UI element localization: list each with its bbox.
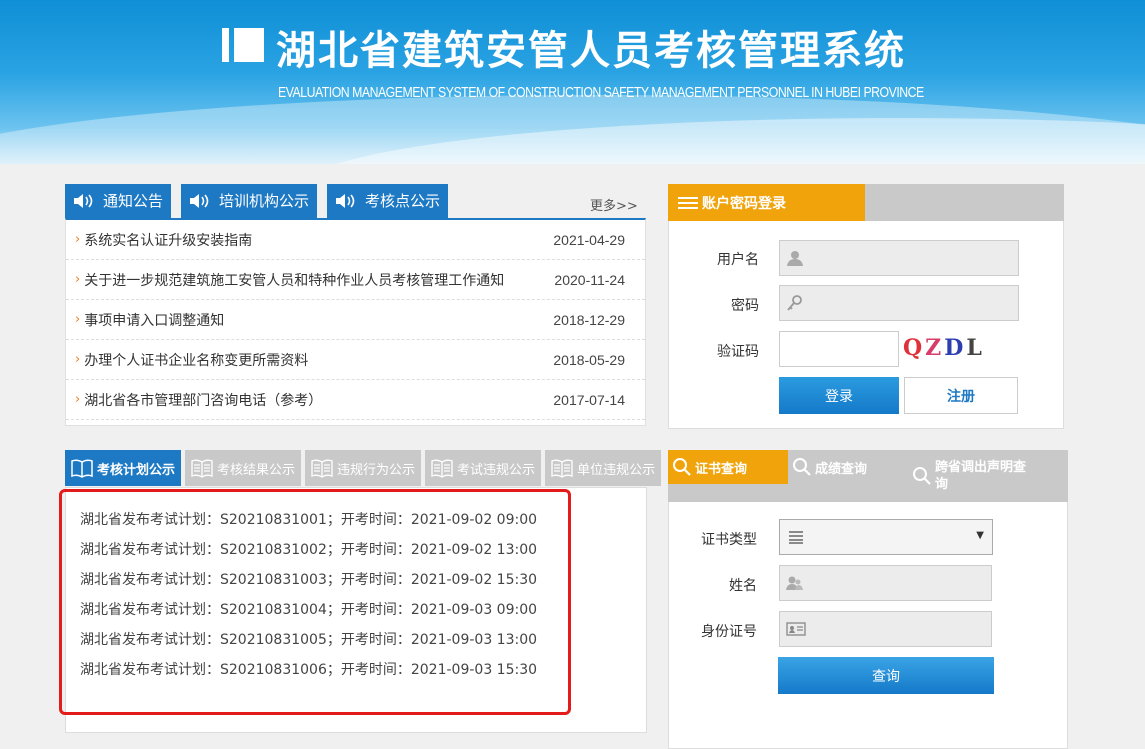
speaker-icon (190, 194, 209, 208)
tab-exam-site[interactable]: 考核点公示 (327, 184, 449, 218)
notice-title[interactable]: 系统实名认证升级安装指南 (84, 230, 252, 250)
search-icon (673, 458, 691, 476)
tab-label: 考核计划公示 (97, 462, 176, 478)
captcha-char: Z (925, 335, 945, 361)
cert-type-label: 证书类型 (701, 532, 757, 548)
tab-violation[interactable]: 违规行为公示 (305, 450, 422, 486)
captcha-char: Q (903, 335, 926, 361)
tab-transfer-query[interactable]: 跨省调出声明查询 (912, 458, 1038, 494)
captcha-char: L (966, 335, 985, 361)
tab-label: 违规行为公示 (337, 462, 416, 478)
more-link[interactable]: 更多>> (590, 195, 638, 214)
password-input[interactable] (779, 285, 1019, 321)
notice-date: 2021-04-29 (553, 231, 625, 248)
tab-label: 考核结果公示 (217, 462, 296, 478)
list-item[interactable]: › 关于进一步规范建筑施工安管人员和特种作业人员考核管理工作通知 2020-11-2… (66, 260, 645, 300)
chevron-right-icon: › (75, 312, 81, 327)
search-icon (913, 467, 931, 485)
notice-tabs: 通知公告 培训机构公示 考核点公示 (65, 184, 458, 218)
id-label: 身份证号 (701, 624, 757, 640)
book-icon (311, 459, 333, 478)
tab-label: 考试违规公示 (457, 462, 536, 478)
book-icon (71, 459, 93, 478)
tab-label: 证书查询 (695, 461, 748, 477)
id-number-input[interactable] (779, 611, 992, 647)
password-label: 密码 (731, 298, 759, 314)
tab-unit-violation[interactable]: 单位违规公示 (545, 450, 662, 486)
captcha-input[interactable] (779, 331, 899, 367)
notice-date: 2018-05-29 (553, 351, 625, 368)
user-icon (787, 251, 803, 266)
chevron-right-icon: › (75, 272, 81, 287)
chevron-down-icon: ▼ (976, 530, 984, 541)
username-input[interactable] (779, 240, 1019, 276)
login-header: 账户密码登录 (668, 184, 1064, 221)
menu-icon (678, 195, 698, 211)
tab-label: 账户密码登录 (702, 195, 786, 212)
list-item[interactable]: › 事项申请入口调整通知 2018-12-29 (66, 300, 645, 340)
notice-title[interactable]: 关于进一步规范建筑施工安管人员和特种作业人员考核管理工作通知 (84, 270, 504, 290)
speaker-icon (74, 194, 93, 208)
list-item[interactable]: › 湖北省各市管理部门咨询电话（参考） 2017-07-14 (66, 380, 645, 420)
register-button[interactable]: 注册 (904, 377, 1018, 414)
key-icon (787, 295, 802, 311)
users-icon (786, 576, 803, 590)
notice-title[interactable]: 湖北省各市管理部门咨询电话（参考） (84, 390, 322, 410)
tab-label: 考核点公示 (365, 192, 441, 210)
highlight-box (59, 489, 571, 715)
site-subtitle: EVALUATION MANAGEMENT SYSTEM OF CONSTRUC… (278, 84, 924, 101)
login-button[interactable]: 登录 (779, 377, 899, 414)
captcha-image[interactable]: QZDL (903, 335, 993, 367)
notice-date: 2020-11-24 (554, 271, 625, 288)
tab-label: 单位违规公示 (577, 462, 656, 478)
tab-cert-query[interactable]: 证书查询 (668, 450, 788, 484)
book-icon (551, 459, 573, 478)
tab-exam-plan[interactable]: 考核计划公示 (65, 450, 182, 486)
tab-exam-violation[interactable]: 考试违规公示 (425, 450, 542, 486)
captcha-label: 验证码 (717, 344, 759, 360)
notice-date: 2017-07-14 (553, 391, 625, 408)
query-button[interactable]: 查询 (778, 657, 994, 694)
tab-account-login[interactable]: 账户密码登录 (668, 184, 865, 221)
exam-tabs: 考核计划公示 考核结果公示 违规行为公示 考试违规公示 单位违规公示 (65, 450, 665, 486)
tab-label: 通知公告 (103, 192, 164, 210)
cert-tabs: 证书查询 成绩查询 跨省调出声明查询 (668, 450, 1068, 502)
username-label: 用户名 (717, 252, 759, 268)
tab-exam-result[interactable]: 考核结果公示 (185, 450, 302, 486)
list-icon (789, 531, 803, 544)
tab-score-query[interactable]: 成绩查询 (792, 450, 908, 484)
tab-label: 成绩查询 (815, 461, 868, 477)
chevron-right-icon: › (75, 232, 81, 247)
tab-label: 培训机构公示 (219, 192, 310, 210)
list-item[interactable]: › 办理个人证书企业名称变更所需资料 2018-05-29 (66, 340, 645, 380)
speaker-icon (336, 194, 355, 208)
tab-training[interactable]: 培训机构公示 (181, 184, 318, 218)
notice-title[interactable]: 办理个人证书企业名称变更所需资料 (84, 350, 308, 370)
tab-label: 跨省调出声明查询 (935, 460, 1027, 492)
chevron-right-icon: › (75, 352, 81, 367)
search-icon (793, 458, 811, 476)
book-icon (431, 459, 453, 478)
notice-date: 2018-12-29 (553, 311, 625, 328)
header-banner: 湖北省建筑安管人员考核管理系统 EVALUATION MANAGEMENT SY… (0, 0, 1145, 164)
chevron-right-icon: › (75, 392, 81, 407)
cert-type-select[interactable]: ▼ (779, 519, 993, 555)
site-title: 湖北省建筑安管人员考核管理系统 (276, 28, 906, 74)
name-input[interactable] (779, 565, 992, 601)
logo-icon (222, 28, 264, 62)
id-card-icon (786, 622, 806, 636)
captcha-char: D (944, 335, 967, 361)
list-item[interactable]: › 系统实名认证升级安装指南 2021-04-29 (66, 220, 645, 260)
tab-notice[interactable]: 通知公告 (65, 184, 172, 218)
book-icon (191, 459, 213, 478)
name-label: 姓名 (729, 578, 757, 594)
notice-list: › 系统实名认证升级安装指南 2021-04-29 › 关于进一步规范建筑施工安管人员… (65, 218, 646, 426)
notice-title[interactable]: 事项申请入口调整通知 (84, 310, 224, 330)
